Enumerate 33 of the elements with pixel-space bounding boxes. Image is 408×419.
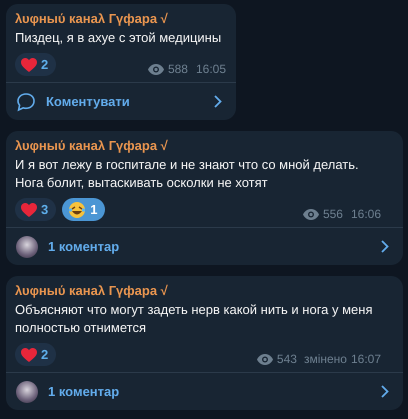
- laughing-face-icon: [68, 200, 86, 218]
- eye-icon: [148, 64, 164, 74]
- message-time: 16:06: [350, 207, 381, 221]
- reaction-button[interactable]: 3: [15, 198, 56, 221]
- channel-name: λυφныύ канаλ Гүфара √: [15, 138, 169, 154]
- eye-icon: [302, 208, 319, 220]
- message-time: 16:07: [350, 352, 381, 366]
- reaction-button[interactable]: 2: [15, 53, 56, 76]
- message-text: И я вот лежу в госпитале и не знают что со мной делать. Нога болит, вытаскивать осколки не хотят: [15, 156, 360, 192]
- comments-button[interactable]: 1 коментар: [6, 373, 403, 410]
- heart-icon: [21, 202, 37, 216]
- speech-bubble-icon: [16, 92, 36, 112]
- comments-button[interactable]: 1 коментар: [6, 228, 403, 265]
- channel-name: λυφныύ канаλ Гүфара √: [15, 283, 169, 299]
- eye-icon: [256, 354, 273, 364]
- message-text: Объясняют что могут задеть нерв какой нить и нога у меня полностью отнимется: [15, 301, 374, 337]
- avatar: [16, 236, 38, 258]
- avatar: [16, 380, 38, 402]
- view-count: 588: [168, 62, 188, 76]
- view-count: 543: [276, 352, 297, 366]
- chevron-right-icon: [381, 240, 389, 253]
- reaction-button[interactable]: 2: [15, 343, 56, 366]
- edited-label: змінено: [304, 352, 347, 366]
- message-text: Пиздец, я в ахуе с этой медицины: [15, 29, 222, 47]
- comments-button[interactable]: Коментувати: [6, 83, 236, 120]
- reaction-button[interactable]: 1: [62, 198, 106, 221]
- heart-icon: [21, 348, 37, 362]
- heart-icon: [21, 58, 37, 72]
- message-time: 16:05: [196, 62, 226, 76]
- view-count: 556: [322, 207, 343, 221]
- chevron-right-icon: [381, 385, 389, 398]
- channel-name: λυφныύ канаλ Гүфара √: [15, 11, 169, 27]
- chevron-right-icon: [214, 95, 222, 108]
